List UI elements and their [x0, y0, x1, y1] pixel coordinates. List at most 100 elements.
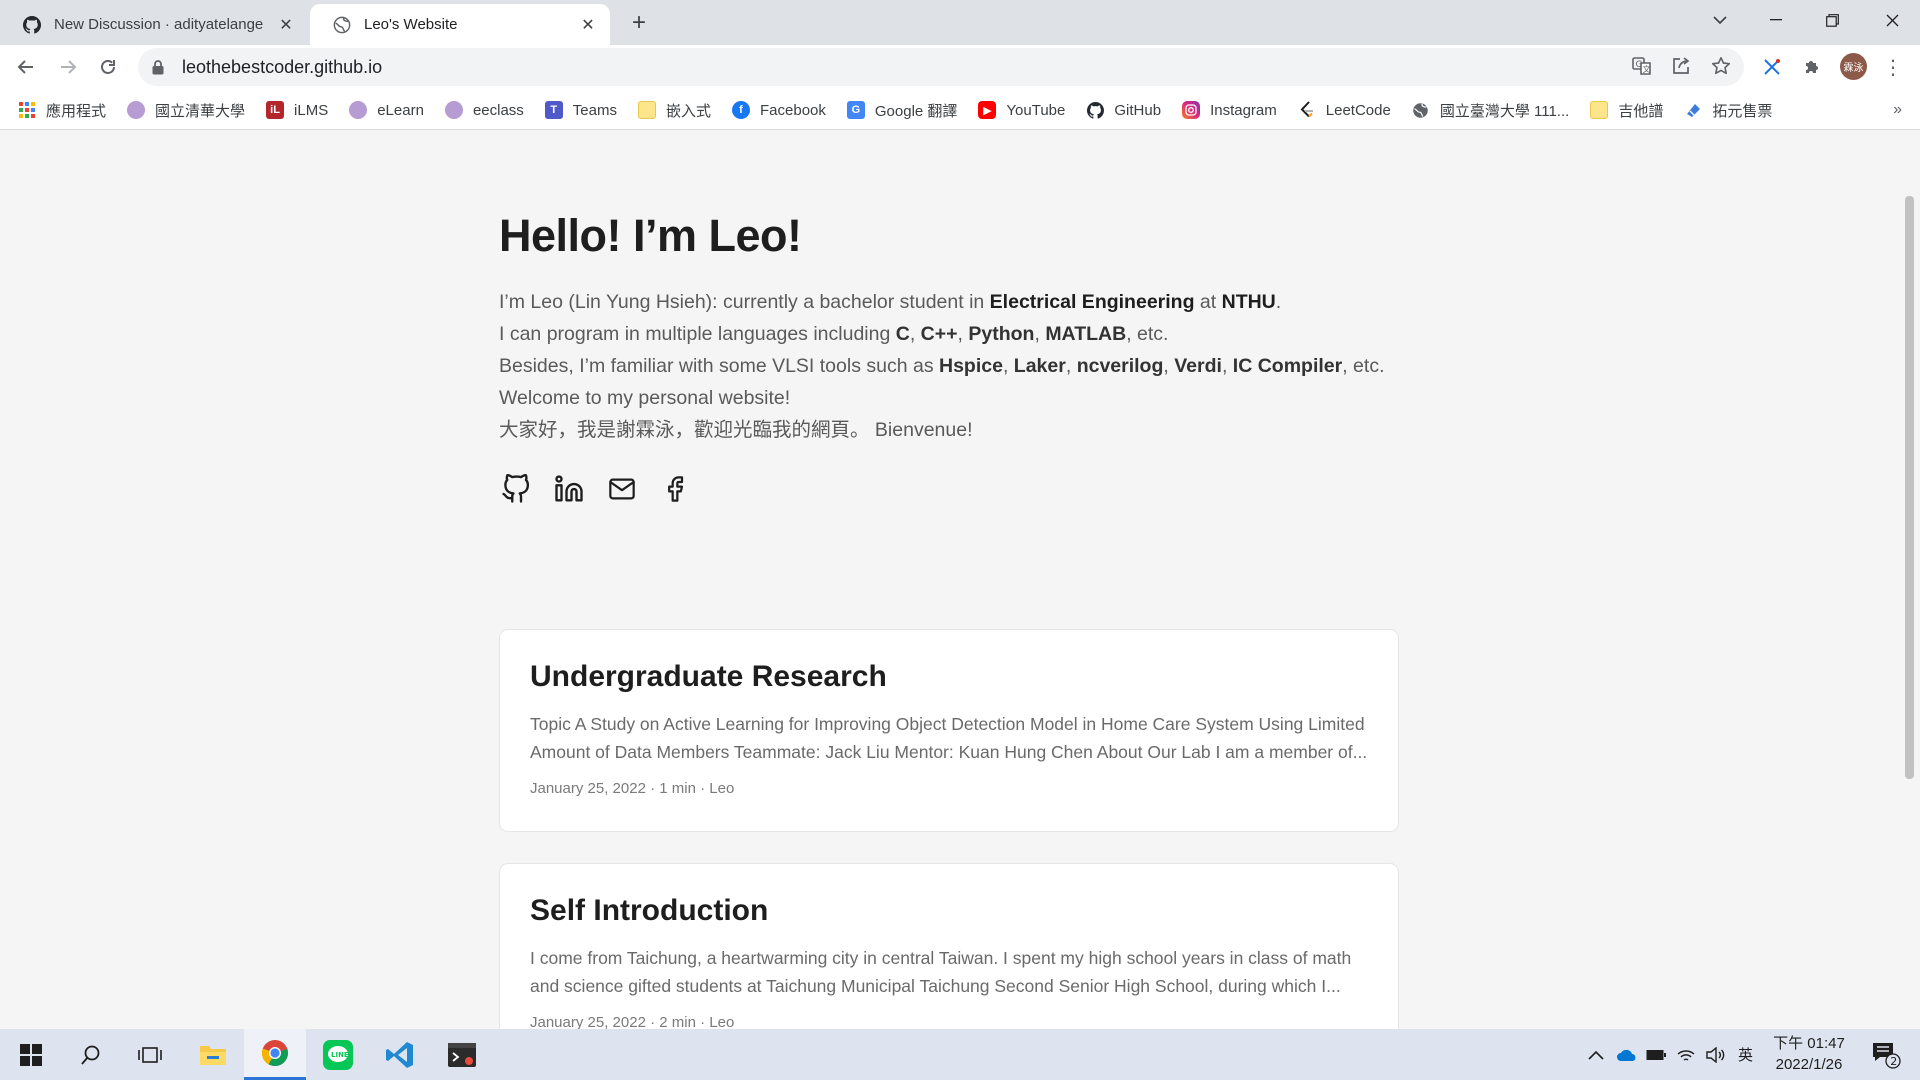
bookmark-teams[interactable]: T Teams [544, 101, 617, 119]
tab-title: New Discussion · adityatelange [54, 16, 264, 33]
minimize-icon[interactable] [1748, 0, 1804, 40]
bookmark-label: LeetCode [1325, 101, 1391, 119]
nthu-icon [127, 101, 146, 119]
bookmark-nthu[interactable]: 國立清華大學 [127, 100, 245, 121]
terminal-app-icon[interactable] [431, 1029, 493, 1080]
line-icon[interactable]: LINE [307, 1029, 369, 1080]
tab-leos-website[interactable]: Leo's Website ✕ [310, 4, 610, 45]
leetcode-icon [1298, 101, 1316, 119]
email-icon[interactable] [605, 472, 639, 506]
bookmark-leetcode[interactable]: LeetCode [1298, 101, 1391, 119]
extension-x-icon[interactable] [1756, 51, 1788, 83]
bookmark-tixcraft[interactable]: 拓元售票 [1684, 100, 1772, 121]
close-icon[interactable]: ✕ [276, 15, 296, 35]
bookmark-eeclass[interactable]: eeclass [444, 101, 524, 119]
intro-line-1: I’m Leo (Lin Yung Hsieh): currently a ba… [499, 291, 1282, 313]
linkedin-icon[interactable] [552, 472, 586, 506]
page-title: Hello! I’m Leo! [499, 210, 802, 261]
vscode-icon[interactable] [369, 1029, 431, 1080]
post-summary: I come from Taichung, a heartwarming cit… [530, 948, 1352, 996]
elearn-icon [349, 101, 368, 119]
tixcraft-icon [1684, 101, 1702, 119]
bookmark-ntu[interactable]: 國立臺灣大學 111... [1412, 100, 1569, 121]
bookmark-facebook[interactable]: f Facebook [732, 101, 826, 119]
bookmark-label: 拓元售票 [1712, 102, 1773, 120]
bookmark-label: GitHub [1114, 101, 1162, 119]
lock-icon[interactable] [152, 58, 170, 76]
bookmark-label: YouTube [1006, 101, 1066, 119]
windows-start-icon[interactable] [0, 1029, 62, 1080]
file-explorer-icon[interactable] [182, 1029, 244, 1080]
close-window-icon[interactable] [1864, 0, 1920, 40]
bookmarks-overflow-button[interactable]: » [1893, 93, 1902, 127]
facebook-icon[interactable] [658, 472, 692, 506]
page-scrollbar[interactable] [1902, 130, 1920, 1029]
globe-icon [1412, 101, 1430, 119]
bookmark-instagram[interactable]: Instagram [1182, 101, 1277, 119]
bookmark-label: eeclass [472, 101, 524, 119]
post-meta: January 25, 2022 · 1 min · Leo [530, 780, 735, 797]
bookmark-folder-guitar[interactable]: 吉他譜 [1590, 100, 1663, 121]
notification-center-icon[interactable]: 2 [1866, 1039, 1906, 1071]
profile-hero: Hello! I’m Leo! I’m Leo (Lin Yung Hsieh)… [499, 210, 1399, 446]
bookmark-github[interactable]: GitHub [1086, 101, 1161, 119]
post-meta: January 25, 2022 · 2 min · Leo [530, 1014, 735, 1029]
bookmark-label: 國立清華大學 [155, 102, 246, 120]
volume-icon[interactable] [1706, 1029, 1726, 1080]
bookmark-label: 國立臺灣大學 111... [1439, 102, 1570, 120]
github-icon[interactable] [499, 472, 533, 506]
ime-indicator[interactable]: 英 [1738, 1029, 1753, 1080]
bookmark-youtube[interactable]: ▶ YouTube [978, 101, 1065, 119]
youtube-icon: ▶ [978, 101, 997, 119]
tab-new-discussion[interactable]: New Discussion · adityatelange ✕ [0, 4, 308, 45]
clock-date: 2022/1/26 [1775, 1056, 1843, 1073]
reload-icon[interactable] [92, 51, 124, 83]
task-view-icon[interactable] [119, 1029, 181, 1080]
folder-icon [637, 101, 656, 119]
bookmark-label: Facebook [760, 101, 826, 119]
apps-grid-icon [18, 101, 36, 119]
bookmark-elearn[interactable]: eLearn [349, 101, 424, 119]
post-card[interactable]: Self Introduction I come from Taichung, … [499, 863, 1399, 1029]
bookmark-label: Instagram [1210, 101, 1277, 119]
web-page: Hello! I’m Leo! I’m Leo (Lin Yung Hsieh)… [0, 130, 1920, 1029]
svg-text:LINE: LINE [331, 1051, 349, 1059]
svg-text:文: 文 [1643, 64, 1651, 74]
post-title: Self Introduction [530, 894, 769, 927]
bookmark-apps[interactable]: 應用程式 [18, 100, 106, 121]
new-tab-button[interactable]: + [624, 8, 654, 38]
bookmark-ilms[interactable]: iL iLMS [266, 101, 328, 119]
bookmark-google-translate[interactable]: G Google 翻譯 [846, 100, 957, 121]
bookmark-label: 嵌入式 [665, 102, 711, 120]
search-icon[interactable] [60, 1029, 122, 1080]
bookmark-folder-embedded[interactable]: 嵌入式 [637, 100, 711, 121]
google-translate-icon: G [846, 101, 865, 119]
github-icon [22, 15, 42, 35]
ilms-icon: iL [266, 101, 285, 119]
post-card[interactable]: Undergraduate Research Topic A Study on … [499, 629, 1399, 832]
profile-avatar[interactable]: 霖泳 [1840, 53, 1867, 80]
tab-strip: New Discussion · adityatelange ✕ Leo's W… [0, 0, 1920, 45]
translate-icon[interactable]: G文 [1629, 53, 1655, 79]
back-arrow-icon[interactable] [10, 51, 42, 83]
bookmark-label: 吉他譜 [1618, 102, 1664, 120]
system-clock[interactable]: 下午 01:47 2022/1/26 [1766, 1033, 1852, 1075]
scrollbar-thumb[interactable] [1905, 196, 1914, 779]
address-bar[interactable]: leothebestcoder.github.io [138, 48, 1744, 86]
bookmark-star-icon[interactable] [1708, 53, 1734, 79]
tray-overflow-chevron-icon[interactable] [1588, 1029, 1604, 1080]
folder-icon [1590, 101, 1609, 119]
facebook-icon: f [732, 101, 750, 119]
restore-icon[interactable] [1804, 0, 1860, 40]
forward-arrow-icon[interactable] [52, 51, 84, 83]
chrome-icon[interactable] [244, 1029, 306, 1080]
tab-search-icon[interactable] [1692, 0, 1748, 40]
social-links [499, 472, 711, 506]
onedrive-icon[interactable] [1616, 1029, 1638, 1080]
kebab-menu-icon[interactable]: ⋮ [1880, 51, 1906, 83]
extensions-puzzle-icon[interactable] [1796, 51, 1828, 83]
share-icon[interactable] [1668, 53, 1694, 79]
close-icon[interactable]: ✕ [578, 15, 598, 35]
battery-icon[interactable] [1646, 1029, 1666, 1080]
wifi-icon[interactable] [1676, 1029, 1696, 1080]
